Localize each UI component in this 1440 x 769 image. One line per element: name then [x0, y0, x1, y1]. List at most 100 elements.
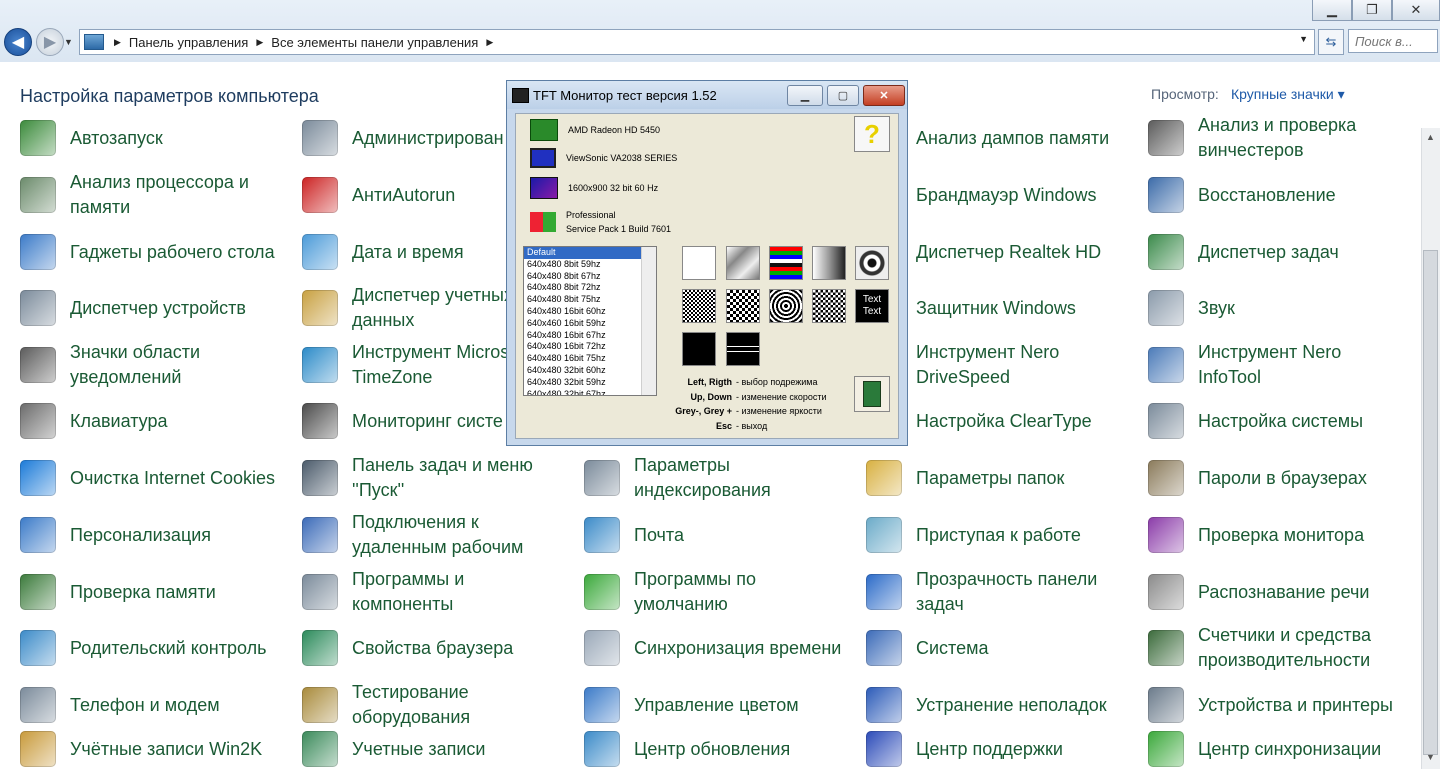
- rings-test-button[interactable]: [769, 289, 803, 323]
- control-panel-item-label: Учетные записи: [352, 738, 486, 759]
- control-panel-item[interactable]: Подключения к удаленным рабочим: [302, 512, 562, 557]
- control-panel-item[interactable]: Диспетчер задач: [1148, 234, 1408, 270]
- video-mode-item[interactable]: 640x480 16bit 72hz: [524, 341, 656, 353]
- control-panel-item[interactable]: Синхронизация времени: [584, 630, 844, 666]
- checkerboard-fine-test-button[interactable]: [682, 289, 716, 323]
- video-mode-item[interactable]: 640x460 16bit 59hz: [524, 318, 656, 330]
- control-panel-item[interactable]: Клавиатура: [20, 403, 280, 439]
- control-panel-item[interactable]: Настройка системы: [1148, 403, 1408, 439]
- video-mode-item[interactable]: 640x480 8bit 72hz: [524, 282, 656, 294]
- control-panel-item-label: Инструмент Nero InfoTool: [1198, 342, 1342, 387]
- dialog-close-button[interactable]: ✕: [863, 85, 905, 106]
- control-panel-item[interactable]: Родительский контроль: [20, 630, 280, 666]
- control-panel-item[interactable]: Центр синхронизации: [1148, 731, 1408, 767]
- lines-test-button[interactable]: [726, 332, 760, 366]
- scrollbar-thumb[interactable]: [1423, 250, 1438, 755]
- microphone-icon: [1148, 574, 1184, 610]
- control-panel-item[interactable]: Свойства браузера: [302, 630, 562, 666]
- dots-test-button[interactable]: [812, 289, 846, 323]
- control-panel-item[interactable]: Пароли в браузерах: [1148, 460, 1408, 496]
- video-mode-item[interactable]: 640x480 32bit 59hz: [524, 377, 656, 389]
- video-mode-item[interactable]: 640x480 8bit 67hz: [524, 271, 656, 283]
- checkerboard-test-button[interactable]: [726, 289, 760, 323]
- control-panel-item[interactable]: Звук: [1148, 290, 1408, 326]
- search-input[interactable]: Поиск в...: [1348, 29, 1438, 53]
- control-panel-item[interactable]: Значки области уведомлений: [20, 342, 280, 387]
- video-mode-item[interactable]: 640x480 16bit 60hz: [524, 306, 656, 318]
- breadcrumb-control-panel[interactable]: Панель управления: [129, 35, 248, 50]
- chevron-right-icon[interactable]: ▶: [114, 37, 121, 48]
- control-panel-item[interactable]: Автозапуск: [20, 120, 280, 156]
- control-panel-item[interactable]: Центр обновления: [584, 731, 844, 767]
- control-panel-item[interactable]: Очистка Internet Cookies: [20, 460, 280, 496]
- control-panel-item[interactable]: Центр поддержки: [866, 731, 1126, 767]
- dialog-titlebar[interactable]: TFT Монитор тест версия 1.52 ▁ ▢ ✕: [507, 81, 907, 109]
- video-mode-item[interactable]: 640x480 32bit 67hz: [524, 389, 656, 395]
- control-panel-item[interactable]: Приступая к работе: [866, 517, 1126, 553]
- video-mode-item[interactable]: 640x480 8bit 59hz: [524, 259, 656, 271]
- control-panel-item[interactable]: Учётные записи Win2K: [20, 731, 280, 767]
- control-panel-item-label: Панель задач и меню ''Пуск'': [352, 455, 533, 500]
- dialog-maximize-button[interactable]: ▢: [827, 85, 859, 106]
- video-mode-item[interactable]: 640x480 8bit 75hz: [524, 294, 656, 306]
- back-button[interactable]: ◀: [4, 28, 32, 56]
- control-panel-item[interactable]: Анализ процессора и памяти: [20, 172, 280, 217]
- view-mode-dropdown[interactable]: Крупные значки ▾: [1231, 86, 1345, 103]
- control-panel-item[interactable]: Параметры папок: [866, 460, 1126, 496]
- dialog-minimize-button[interactable]: ▁: [787, 85, 823, 106]
- forward-button[interactable]: ▶: [36, 28, 64, 56]
- control-panel-item[interactable]: Диспетчер устройств: [20, 290, 280, 326]
- text-test-button[interactable]: Text Text: [855, 289, 889, 323]
- video-mode-item[interactable]: 640x480 16bit 67hz: [524, 330, 656, 342]
- control-panel-item[interactable]: Учетные записи: [302, 731, 562, 767]
- minimize-button[interactable]: ▁: [1312, 0, 1352, 21]
- control-panel-item[interactable]: Распознавание речи: [1148, 574, 1408, 610]
- video-mode-list[interactable]: Default 640x480 8bit 59hz 640x480 8bit 67h…: [523, 246, 657, 396]
- white-test-button[interactable]: [682, 246, 716, 280]
- recent-pages-dropdown[interactable]: ▼: [64, 37, 73, 47]
- breadcrumb-all-items[interactable]: Все элементы панели управления: [271, 35, 478, 50]
- video-mode-item[interactable]: 640x480 16bit 75hz: [524, 353, 656, 365]
- control-panel-item[interactable]: Почта: [584, 517, 844, 553]
- printer-icon: [1148, 687, 1184, 723]
- circle-test-button[interactable]: [855, 246, 889, 280]
- control-panel-item[interactable]: Восстановление: [1148, 177, 1408, 213]
- control-panel-item[interactable]: Устройства и принтеры: [1148, 687, 1408, 723]
- refresh-button[interactable]: ⇆: [1318, 29, 1344, 55]
- control-panel-item[interactable]: Счетчики и средства производительности: [1148, 625, 1408, 670]
- maximize-button[interactable]: ❐: [1352, 0, 1392, 21]
- scroll-up-arrow[interactable]: ▲: [1426, 132, 1435, 142]
- control-panel-item[interactable]: Устранение неполадок: [866, 687, 1126, 723]
- video-mode-item[interactable]: Default: [524, 247, 656, 259]
- control-panel-item[interactable]: Тестирование оборудования: [302, 682, 562, 727]
- control-panel-item[interactable]: Анализ и проверка винчестеров: [1148, 115, 1408, 160]
- grayscale-test-button[interactable]: [812, 246, 846, 280]
- scroll-down-arrow[interactable]: ▼: [1426, 752, 1435, 762]
- exit-door-button[interactable]: [854, 376, 890, 412]
- pixel-test-button[interactable]: [682, 332, 716, 366]
- gradient-test-button[interactable]: [726, 246, 760, 280]
- control-panel-item[interactable]: Система: [866, 630, 1126, 666]
- control-panel-item[interactable]: Управление цветом: [584, 687, 844, 723]
- control-panel-item[interactable]: Программы и компоненты: [302, 569, 562, 614]
- address-bar[interactable]: ▶ Панель управления ▶ Все элементы панел…: [79, 29, 1315, 55]
- control-panel-item[interactable]: Параметры индексирования: [584, 455, 844, 500]
- control-panel-item[interactable]: Проверка монитора: [1148, 517, 1408, 553]
- video-mode-item[interactable]: 640x480 32bit 60hz: [524, 365, 656, 377]
- color-bars-test-button[interactable]: [769, 246, 803, 280]
- control-panel-item[interactable]: Гаджеты рабочего стола: [20, 234, 280, 270]
- chevron-right-icon[interactable]: ▶: [486, 37, 493, 48]
- close-button[interactable]: ✕: [1392, 0, 1440, 21]
- control-panel-item[interactable]: Телефон и модем: [20, 687, 280, 723]
- gadgets-icon: [20, 234, 56, 270]
- mode-list-scrollbar[interactable]: [641, 247, 656, 395]
- control-panel-item[interactable]: Инструмент Nero InfoTool: [1148, 342, 1408, 387]
- chevron-down-icon[interactable]: ▼: [1299, 34, 1308, 44]
- control-panel-item[interactable]: Проверка памяти: [20, 574, 280, 610]
- help-button[interactable]: ?: [854, 116, 890, 152]
- control-panel-item[interactable]: Прозрачность панели задач: [866, 569, 1126, 614]
- control-panel-item[interactable]: Программы по умолчанию: [584, 569, 844, 614]
- control-panel-item[interactable]: Персонализация: [20, 517, 280, 553]
- chevron-right-icon[interactable]: ▶: [256, 37, 263, 48]
- control-panel-item[interactable]: Панель задач и меню ''Пуск'': [302, 455, 562, 500]
